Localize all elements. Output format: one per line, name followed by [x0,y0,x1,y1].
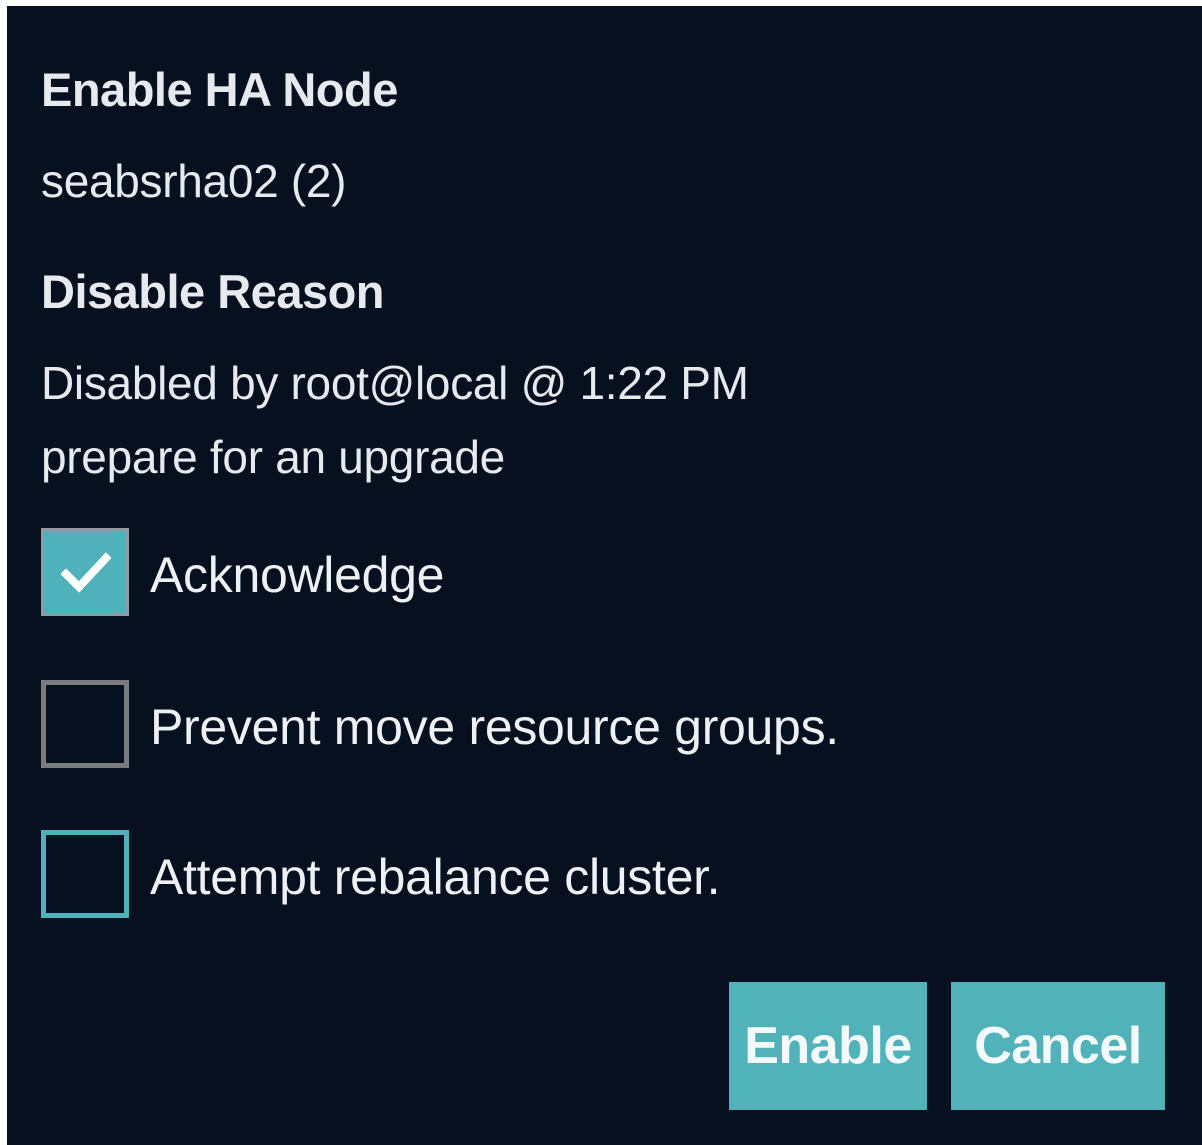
node-name: seabsrha02 (2) [41,155,347,207]
checkmark-icon [61,552,111,593]
prevent-move-label[interactable]: Prevent move resource groups. [150,698,839,756]
cancel-button[interactable]: Cancel [951,982,1165,1110]
enable-button[interactable]: Enable [729,982,927,1110]
acknowledge-label[interactable]: Acknowledge [150,546,444,604]
rebalance-label[interactable]: Attempt rebalance cluster. [150,848,721,906]
acknowledge-checkbox[interactable] [41,528,129,616]
disable-reason-line1: Disabled by root@local @ 1:22 PM [41,357,749,409]
enable-ha-node-dialog: Enable HA Node seabsrha02 (2) Disable Re… [7,6,1202,1145]
disable-reason-line2: prepare for an upgrade [41,431,505,483]
rebalance-checkbox[interactable] [41,830,129,918]
prevent-move-checkbox[interactable] [41,680,129,768]
dialog-title: Enable HA Node [41,63,398,116]
disable-reason-heading: Disable Reason [41,265,385,318]
